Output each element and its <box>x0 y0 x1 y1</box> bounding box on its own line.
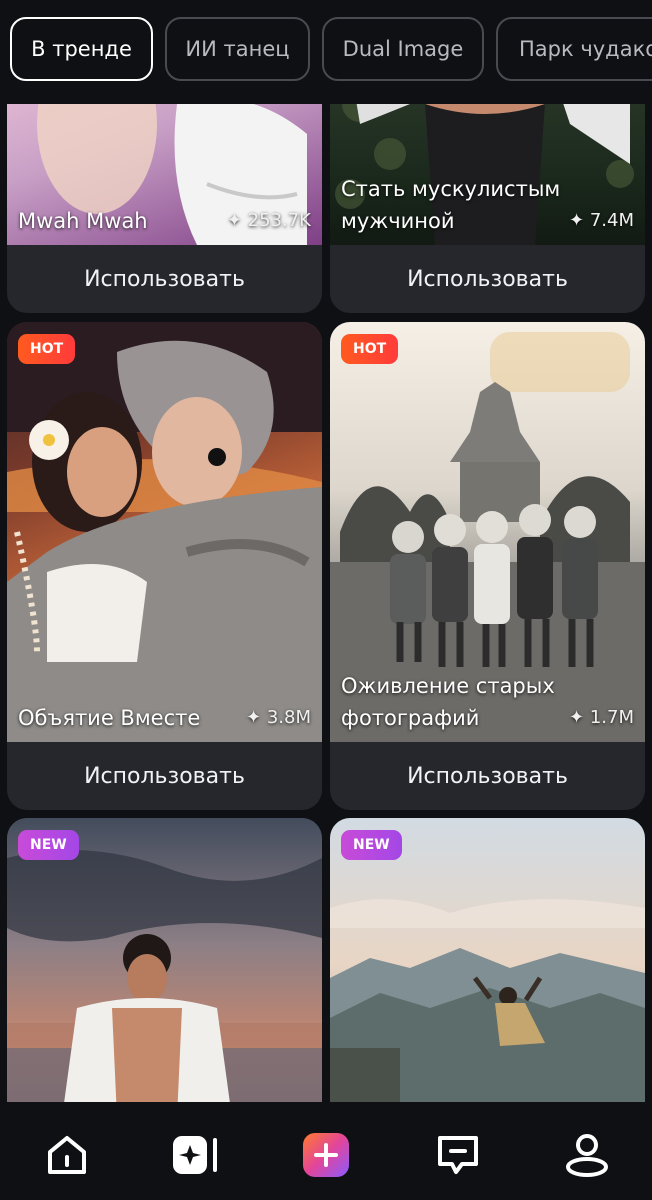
effect-preview-image: HOT Оживление старых фотографий ✦ 1.7M <box>330 322 645 742</box>
new-badge: NEW <box>18 830 79 860</box>
tab-ai-dance[interactable]: ИИ танец <box>165 17 310 81</box>
profile-icon <box>566 1134 608 1177</box>
nav-messages[interactable] <box>433 1130 483 1180</box>
effect-caption: Оживление старых фотографий ✦ 1.7M <box>341 670 634 734</box>
effect-card-muscle[interactable]: Стать мускулистым мужчиной ✦ 7.4M Исполь… <box>330 104 645 313</box>
effect-card-old-photos[interactable]: HOT Оживление старых фотографий ✦ 1.7M И… <box>330 322 645 810</box>
effect-caption: Mwah Mwah ✦ 253.7K <box>18 205 311 237</box>
tab-trending[interactable]: В тренде <box>10 17 153 81</box>
effect-preview-image: HOT Объятие Вместе ✦ 3.8M <box>7 322 322 742</box>
use-button[interactable]: Использовать <box>7 245 322 313</box>
effect-preview-image: NEW <box>7 818 322 1102</box>
sparkle-icon: ✦ <box>569 707 585 728</box>
tab-dual-image[interactable]: Dual Image <box>322 17 484 81</box>
effect-card-new-1[interactable]: NEW <box>7 818 322 1102</box>
effect-title: Стать мускулистым мужчиной <box>341 177 561 233</box>
effect-caption: Объятие Вместе ✦ 3.8M <box>18 702 311 734</box>
sparkle-icon: ✦ <box>246 707 262 728</box>
use-count: ✦ 7.4M <box>569 210 634 231</box>
sparkle-icon: ✦ <box>569 210 585 231</box>
hot-badge: HOT <box>341 334 399 364</box>
tab-weirdo-park[interactable]: Парк чудаков <box>496 17 652 81</box>
use-count: ✦ 3.8M <box>246 707 311 728</box>
category-tabs: В тренде ИИ танец Dual Image Парк чудако… <box>0 0 652 104</box>
plus-icon <box>303 1133 349 1177</box>
effect-preview-image: Mwah Mwah ✦ 253.7K <box>7 104 322 245</box>
effects-grid: Mwah Mwah ✦ 253.7K Использовать Стать му… <box>0 104 652 1102</box>
use-button[interactable]: Использовать <box>330 742 645 810</box>
effect-title: Объятие Вместе <box>18 706 201 730</box>
sparkle-card-icon <box>173 1136 217 1174</box>
new-badge: NEW <box>341 830 402 860</box>
effect-title: Mwah Mwah <box>18 209 148 233</box>
nav-home[interactable] <box>42 1130 92 1180</box>
effect-title: Оживление старых фотографий <box>341 674 555 730</box>
bottom-navigation <box>0 1102 652 1200</box>
effect-preview-image: NEW <box>330 818 645 1102</box>
effect-preview-image: Стать мускулистым мужчиной ✦ 7.4M <box>330 104 645 245</box>
use-count: ✦ 253.7K <box>226 210 311 231</box>
effect-caption: Стать мускулистым мужчиной ✦ 7.4M <box>341 173 634 237</box>
nav-profile[interactable] <box>562 1130 612 1180</box>
effect-card-mwah[interactable]: Mwah Mwah ✦ 253.7K Использовать <box>7 104 322 313</box>
chat-minus-icon <box>438 1136 478 1174</box>
use-button[interactable]: Использовать <box>330 245 645 313</box>
sparkle-icon: ✦ <box>226 210 242 231</box>
effect-card-new-2[interactable]: NEW <box>330 818 645 1102</box>
effect-card-hug[interactable]: HOT Объятие Вместе ✦ 3.8M Использовать <box>7 322 322 810</box>
use-button[interactable]: Использовать <box>7 742 322 810</box>
nav-effects[interactable] <box>170 1130 220 1180</box>
nav-create[interactable] <box>301 1130 351 1180</box>
hot-badge: HOT <box>18 334 76 364</box>
home-icon <box>48 1136 86 1174</box>
use-count: ✦ 1.7M <box>569 707 634 728</box>
